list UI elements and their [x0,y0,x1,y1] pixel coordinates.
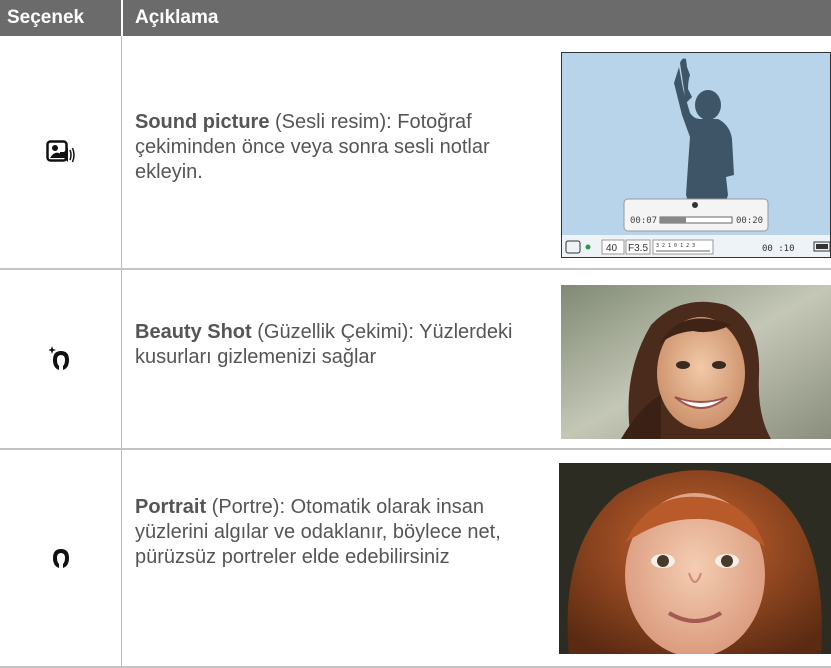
sound-picture-title: Sound picture [135,111,270,133]
table-row-sound-picture: Sound picture (Sesli resim): Fotoğraf çe… [0,36,831,268]
beauty-shot-icon-cell [0,270,121,448]
beauty-shot-icon [48,346,69,370]
portrait-title: Portrait [135,496,207,518]
screen-iso: 40 [606,243,618,254]
portrait-icon [52,549,69,568]
beauty-shot-photo [561,285,831,439]
table-row-portrait: Portrait (Portre): Otomatik olarak insan… [0,450,831,668]
header-option: Seçenek [7,7,85,28]
options-table: Seçenek Açıklama Sound picture (Sesli re… [0,0,831,668]
beauty-shot-description: Beauty Shot (Güzellik Çekimi): Yüzlerdek… [135,320,535,370]
sound-picture-screen: 00:07 00:20 40 F3.5 3 2 1 0 1 2 3 00 :10 [561,52,831,258]
portrait-icon-cell [0,450,121,668]
screen-exposure-scale: 3 2 1 0 1 2 3 [656,243,695,249]
portrait-photo [559,463,831,654]
beauty-shot-title: Beauty Shot [135,321,252,343]
screen-time-end: 00:20 [736,216,763,226]
table-row-beauty-shot: Beauty Shot (Güzellik Çekimi): Yüzlerdek… [0,270,831,448]
screen-aperture: F3.5 [628,243,648,254]
header-description: Açıklama [135,7,219,28]
sound-picture-icon-cell [0,36,121,268]
screen-counter: 00 :10 [762,244,795,254]
sound-picture-icon [45,140,75,163]
screen-time-start: 00:07 [630,216,657,226]
table-header: Seçenek Açıklama [0,0,831,36]
sound-picture-description: Sound picture (Sesli resim): Fotoğraf çe… [135,110,535,185]
portrait-description: Portrait (Portre): Otomatik olarak insan… [135,495,535,570]
